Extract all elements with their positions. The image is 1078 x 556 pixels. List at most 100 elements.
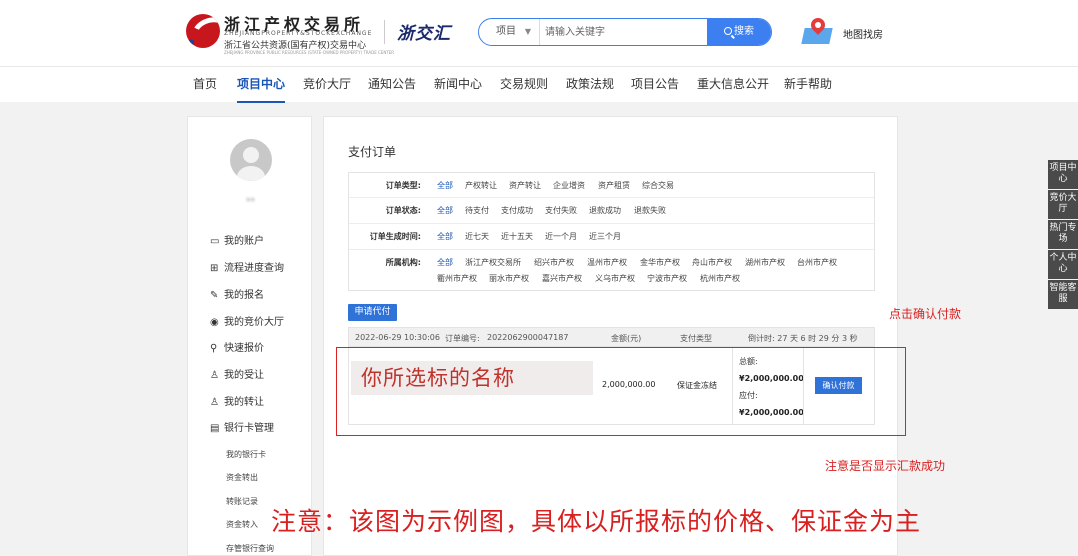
nav-item-home[interactable]: 首页 [193,67,217,103]
sidebar-item-progress-query[interactable]: ⊞ 流程进度查询 [210,260,284,278]
filter-option[interactable]: 衢州市产权 [437,273,477,284]
sidebar-item-my-account[interactable]: ▭ 我的账户 [210,233,264,251]
map-pin-icon[interactable] [801,15,833,46]
highlight-box [336,347,906,436]
search-category-select[interactable]: 项目 ▼ [479,19,540,45]
filter-option[interactable]: 义乌市产权 [595,273,635,284]
annotation-click-confirm: 点击确认付款 [889,307,962,321]
nav-item-major-disclosure[interactable]: 重大信息公开 [697,67,769,103]
nav-item-bidding-hall[interactable]: 竞价大厅 [303,67,351,103]
wallet-icon: ▭ [210,236,220,247]
filter-option[interactable]: 宁波市产权 [647,273,687,284]
filter-option[interactable]: 全部 [437,180,453,191]
filter-option[interactable]: 全部 [437,205,453,216]
filter-option[interactable]: 丽水市产权 [489,273,529,284]
sidebar-subitem-transfer-records[interactable]: 转账记录 [226,496,258,507]
order-filter-box: 订单类型: 全部 产权转让 资产转让 企业增资 资产租赁 综合交易 订单状态: … [348,172,875,291]
main-nav: 首页 项目中心 竞价大厅 通知公告 新闻中心 交易规则 政策法规 项目公告 重大… [0,66,1078,103]
nav-item-project-announcements[interactable]: 项目公告 [631,67,679,103]
search-category-label: 项目 [496,26,516,37]
sidebar-subitem-my-bank-card[interactable]: 我的银行卡 [226,449,266,460]
row-divider [349,223,874,224]
sidebar-item-quick-quote[interactable]: ⚲ 快速报价 [210,340,264,358]
logo-divider [384,20,385,44]
filter-option[interactable]: 近十五天 [501,231,533,242]
filter-option[interactable]: 待支付 [465,205,489,216]
nav-item-news[interactable]: 新闻中心 [434,67,482,103]
filter-option[interactable]: 支付成功 [501,205,533,216]
sidebar-subitem-custody-bank-query[interactable]: 存管银行查询 [226,543,274,554]
filter-option[interactable]: 湖州市产权 [745,257,785,268]
nav-item-project-center[interactable]: 项目中心 [237,67,286,103]
filter-option[interactable]: 综合交易 [642,180,674,191]
filter-option[interactable]: 近三个月 [589,231,621,242]
sidebar-item-my-acquisitions[interactable]: ♙ 我的受让 [210,367,264,385]
filter-option[interactable]: 企业增资 [553,180,585,191]
filter-option[interactable]: 资产转让 [509,180,541,191]
float-tab-hot-specials[interactable]: 热门专场 [1048,220,1078,249]
filter-option[interactable]: 温州市产权 [587,257,627,268]
floating-tabs: 项目中心 竞价大厅 热门专场 个人中心 智能客服 [1048,160,1078,310]
username: ** [246,197,255,207]
filter-option[interactable]: 近一个月 [545,231,577,242]
logo-tiny-text: ZHEJIANG PROVINCE PUBLIC RESOURCES (STAT… [224,50,395,55]
float-tab-personal-center[interactable]: 个人中心 [1048,250,1078,279]
chevron-down-icon: ▼ [524,27,531,36]
sidebar-item-my-bidding-hall[interactable]: ◉ 我的竞价大厅 [210,314,284,332]
sidebar-item-bank-card-management[interactable]: ▤ 银行卡管理 [210,420,274,438]
top-header: 浙江产权交易所 ZHEJIANGPROPERTY&STOCKEXCHANGE 浙… [0,0,1078,66]
filter-option[interactable]: 全部 [437,257,453,268]
filter-option[interactable]: 杭州市产权 [700,273,740,284]
filter-option[interactable]: 浙江产权交易所 [465,257,521,268]
filter-option[interactable]: 产权转让 [465,180,497,191]
filter-option[interactable]: 台州市产权 [797,257,837,268]
amount-column-label: 金额(元) [611,334,642,343]
sidebar-subitem-funds-out[interactable]: 资金转出 [226,472,258,483]
filter-option[interactable]: 金华市产权 [640,257,680,268]
filter-option[interactable]: 支付失败 [545,205,577,216]
row-divider [349,197,874,198]
card-icon: ▤ [210,423,220,434]
filter-option[interactable]: 嘉兴市产权 [542,273,582,284]
nav-item-policies[interactable]: 政策法规 [566,67,614,103]
filter-option[interactable]: 近七天 [465,231,489,242]
filter-option[interactable]: 退款成功 [589,205,621,216]
filter-label: 订单类型: [385,181,421,190]
filter-option[interactable]: 全部 [437,231,453,242]
paytype-column-label: 支付类型 [680,334,712,343]
search-button[interactable]: 搜索 [707,19,771,45]
apply-proxy-payment-button[interactable]: 申请代付 [348,304,397,321]
edit-icon: ✎ [210,290,219,301]
auction-icon: ◉ [210,317,219,328]
order-number: 2022062900047187 [487,333,569,342]
quote-icon: ⚲ [210,343,218,354]
filter-label: 所属机构: [385,258,421,267]
annotation-example-notice: 注意：该图为示例图，具体以所报标的价格、保证金为主 [271,507,922,536]
nav-item-trading-rules[interactable]: 交易规则 [500,67,548,103]
search-icon [724,27,732,35]
filter-option[interactable]: 舟山市产权 [692,257,732,268]
nav-item-notices[interactable]: 通知公告 [368,67,416,103]
payment-orders-panel: 支付订单 订单类型: 全部 产权转让 资产转让 企业增资 资产租赁 综合交易 订… [323,116,898,556]
float-tab-project-center[interactable]: 项目中心 [1048,160,1078,189]
brand-zjh[interactable]: 浙交汇 [397,19,451,44]
filter-option[interactable]: 退款失败 [634,205,666,216]
filter-label: 订单状态: [385,206,421,215]
search-input[interactable] [545,19,707,45]
nav-item-beginner-help[interactable]: 新手帮助 [784,67,832,103]
float-tab-bidding-hall[interactable]: 竞价大厅 [1048,190,1078,219]
sidebar-subitem-funds-in[interactable]: 资金转入 [226,519,258,530]
logo-english: ZHEJIANGPROPERTY&STOCKEXCHANGE [224,30,373,37]
sidebar-item-my-registration[interactable]: ✎ 我的报名 [210,287,264,305]
exchange-logo-icon[interactable] [186,14,220,48]
avatar[interactable] [230,139,272,181]
search-bar: 项目 ▼ 搜索 [478,18,772,46]
float-tab-smart-service[interactable]: 智能客服 [1048,280,1078,309]
map-search-link[interactable]: 地图找房 [843,26,883,41]
annotation-check-success: 注意是否显示汇款成功 [825,459,946,473]
user-icon: ♙ [210,397,219,408]
sidebar-item-my-transfers[interactable]: ♙ 我的转让 [210,394,264,412]
order-number-label: 订单编号: [445,334,480,343]
filter-option[interactable]: 绍兴市产权 [534,257,574,268]
filter-option[interactable]: 资产租赁 [598,180,630,191]
